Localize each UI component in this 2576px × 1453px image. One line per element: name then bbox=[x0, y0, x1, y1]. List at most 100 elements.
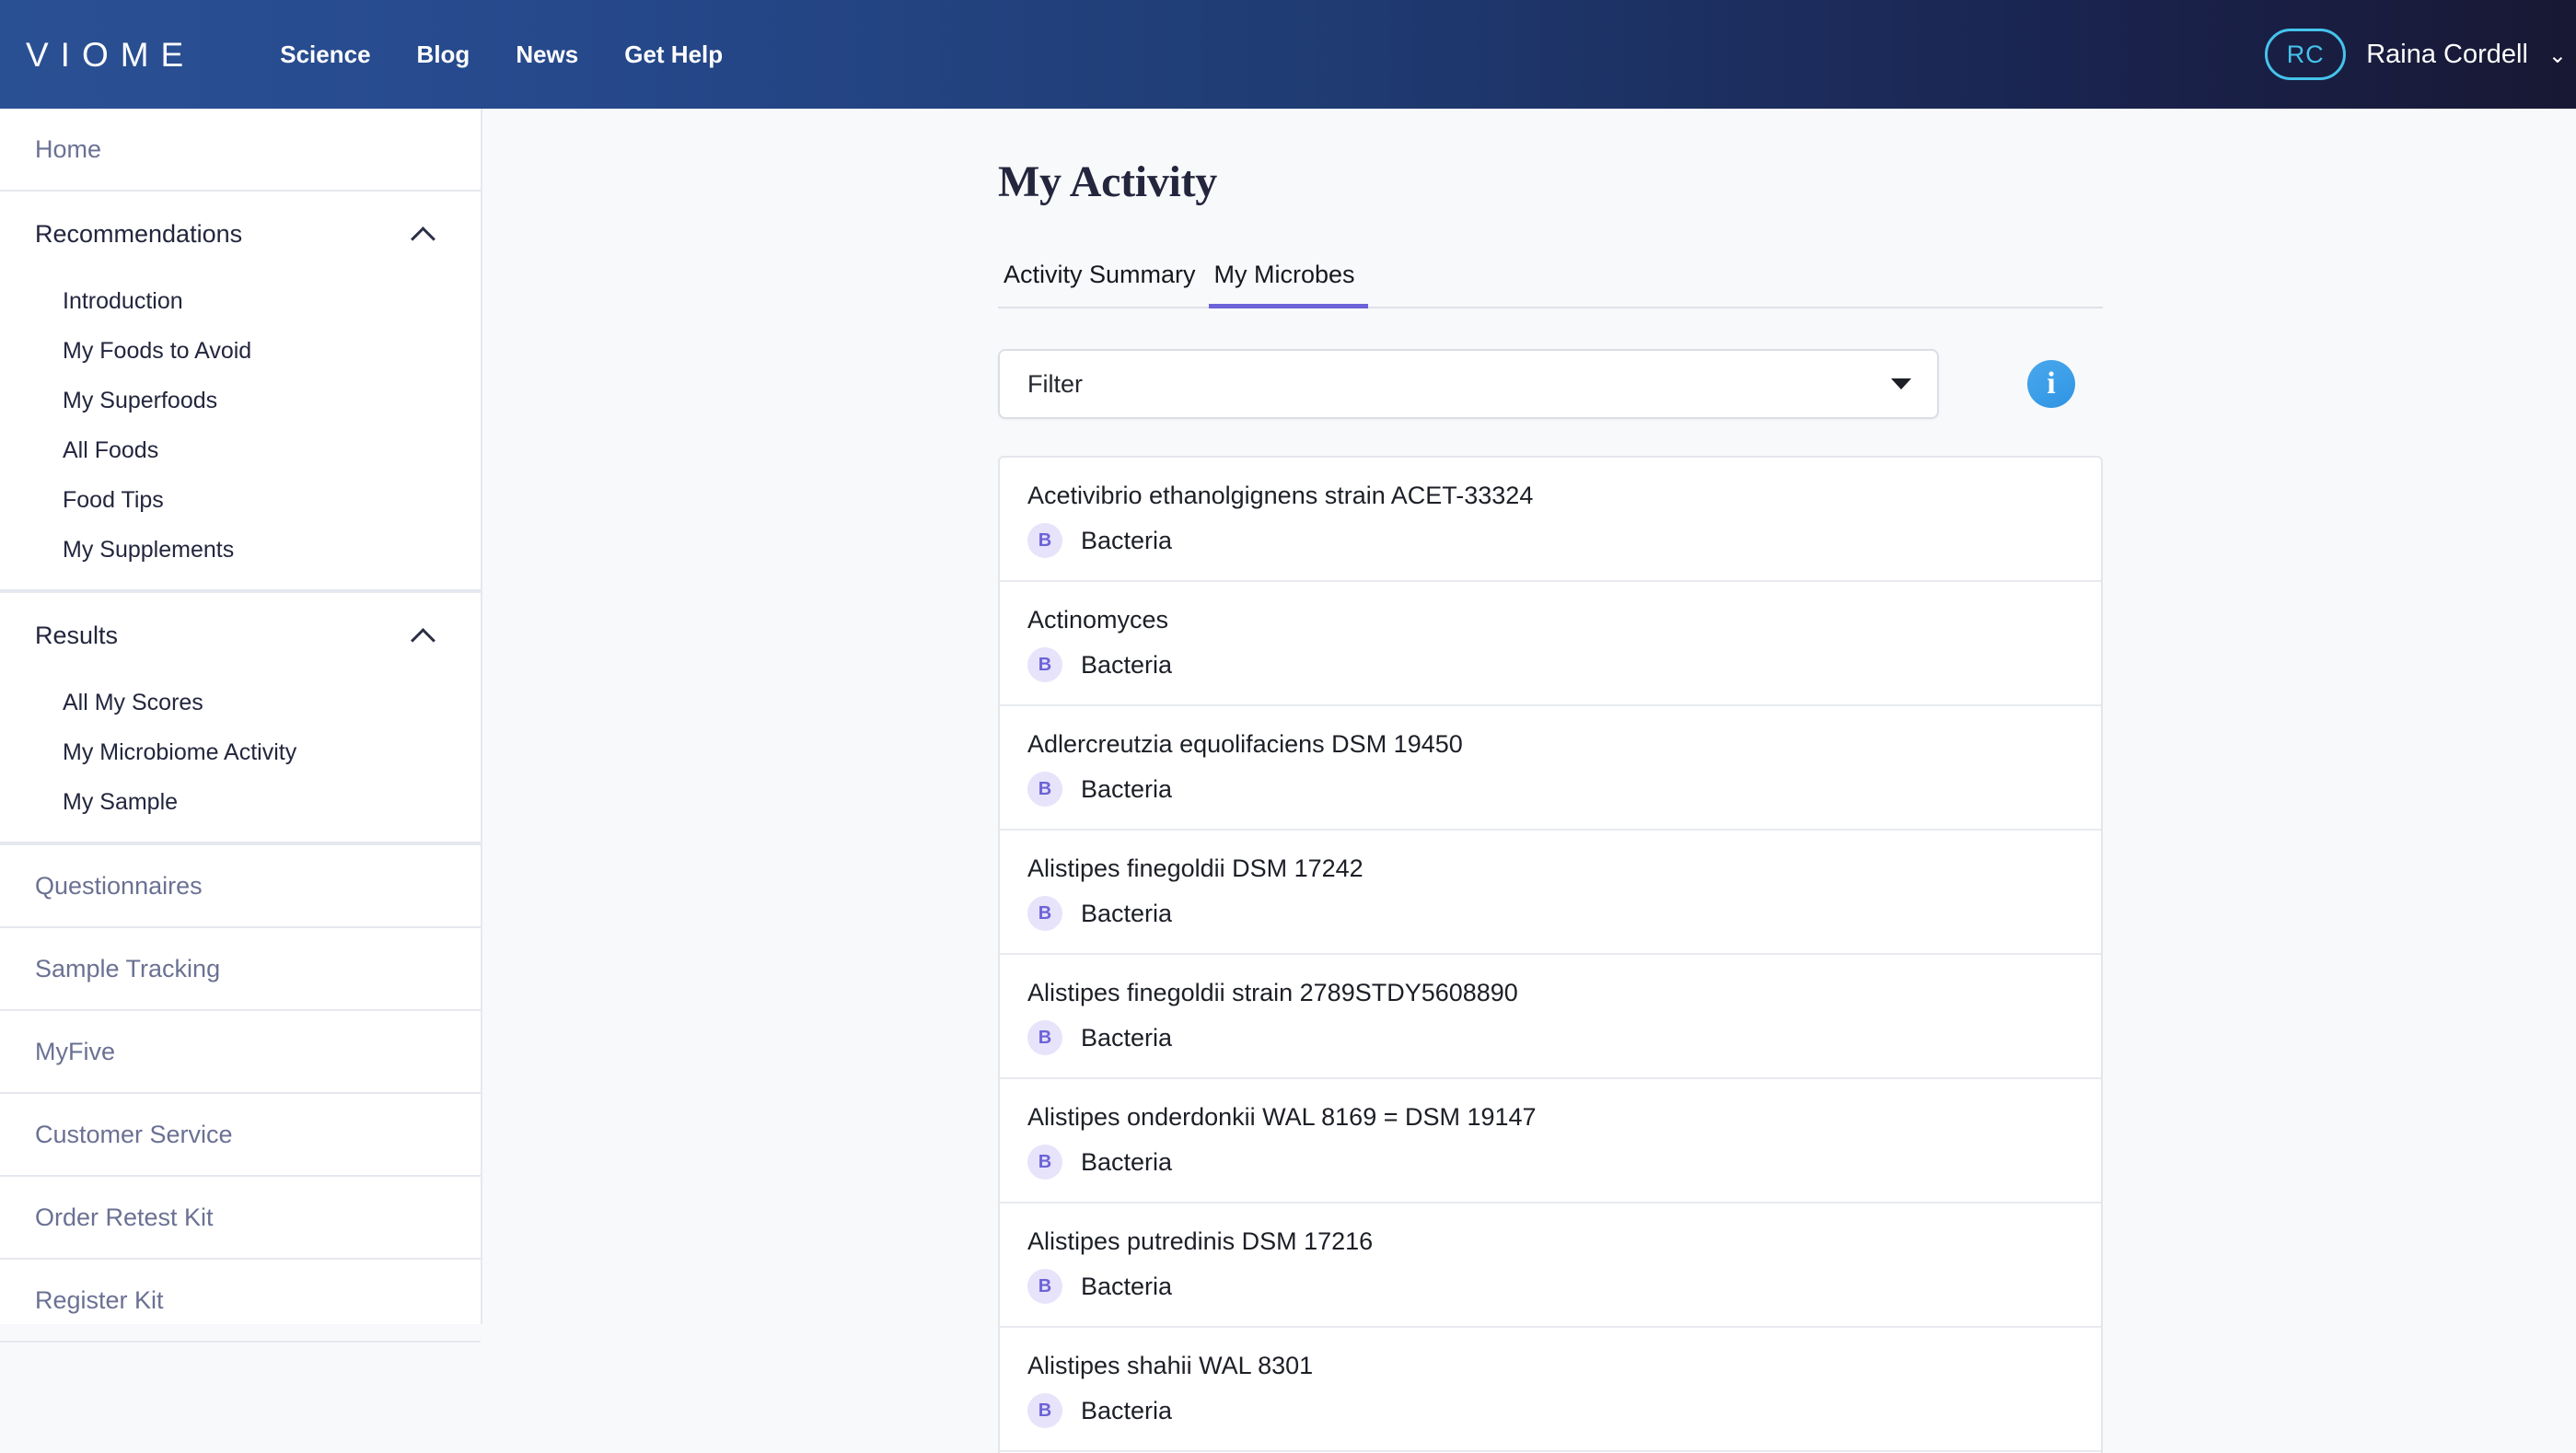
microbe-list: Acetivibrio ethanolgignens strain ACET-3… bbox=[998, 456, 2103, 1453]
microbe-name: Alistipes finegoldii DSM 17242 bbox=[1027, 854, 1363, 882]
microbe-meta: B Bacteria bbox=[1027, 1020, 2073, 1055]
tab-my-microbes[interactable]: My Microbes bbox=[1208, 261, 1368, 308]
sidebar-item-my-microbiome-activity[interactable]: My Microbiome Activity bbox=[0, 727, 481, 777]
sidebar-group-label: Results bbox=[35, 621, 119, 649]
microbe-kingdom: Bacteria bbox=[1081, 526, 1173, 554]
microbe-kingdom: Bacteria bbox=[1081, 650, 1173, 679]
filter-dropdown[interactable]: Filter bbox=[998, 349, 1939, 419]
nav-link-news[interactable]: News bbox=[516, 41, 578, 69]
nav-link-blog[interactable]: Blog bbox=[417, 41, 470, 69]
bacteria-badge-icon: B bbox=[1027, 1145, 1062, 1180]
sidebar-item-my-sample[interactable]: My Sample bbox=[0, 777, 481, 827]
microbe-kingdom: Bacteria bbox=[1081, 1147, 1173, 1176]
microbe-meta: B Bacteria bbox=[1027, 523, 2073, 558]
list-item[interactable]: Alistipes shahii WAL 8301 B Bacteria bbox=[1000, 1328, 2101, 1452]
bacteria-badge-icon: B bbox=[1027, 1393, 1062, 1428]
sidebar-item-label: Food Tips bbox=[63, 486, 164, 513]
filter-dropdown-value: Filter bbox=[1027, 369, 1083, 398]
tab-activity-summary[interactable]: Activity Summary bbox=[998, 261, 1209, 308]
sidebar-item-register-kit[interactable]: Register Kit bbox=[0, 1260, 481, 1343]
bacteria-badge-icon: B bbox=[1027, 896, 1062, 931]
sidebar-item-home[interactable]: Home bbox=[0, 109, 481, 192]
sidebar-item-label: Order Retest Kit bbox=[35, 1203, 214, 1231]
list-item[interactable]: Alistipes finegoldii strain 2789STDY5608… bbox=[1000, 955, 2101, 1079]
avatar[interactable]: RC bbox=[2265, 29, 2347, 80]
sidebar-item-all-foods[interactable]: All Foods bbox=[0, 425, 481, 475]
sidebar-subitems-recommendations: Introduction My Foods to Avoid My Superf… bbox=[0, 276, 481, 591]
sidebar-item-myfive[interactable]: MyFive bbox=[0, 1011, 481, 1094]
sidebar-item-my-foods-to-avoid[interactable]: My Foods to Avoid bbox=[0, 326, 481, 376]
sidebar-item-my-supplements[interactable]: My Supplements bbox=[0, 525, 481, 575]
sidebar-item-label: Register Kit bbox=[35, 1285, 164, 1314]
microbe-meta: B Bacteria bbox=[1027, 772, 2073, 807]
sidebar-item-label: Questionnaires bbox=[35, 871, 203, 900]
list-item[interactable]: Alistipes putredinis DSM 17216 B Bacteri… bbox=[1000, 1203, 2101, 1328]
bacteria-badge-icon: B bbox=[1027, 772, 1062, 807]
top-navigation-bar: VIOME Science Blog News Get Help RC Rain… bbox=[0, 0, 2576, 109]
sidebar-item-my-superfoods[interactable]: My Superfoods bbox=[0, 376, 481, 425]
page-body: Home Recommendations Introduction My Foo… bbox=[0, 109, 2576, 1453]
microbe-name: Acetivibrio ethanolgignens strain ACET-3… bbox=[1027, 482, 1534, 509]
sidebar-item-label: All Foods bbox=[63, 436, 159, 463]
page-title: My Activity bbox=[998, 157, 1217, 206]
microbe-kingdom: Bacteria bbox=[1081, 1272, 1173, 1300]
sidebar-item-label: Introduction bbox=[63, 287, 183, 314]
bacteria-badge-icon: B bbox=[1027, 647, 1062, 682]
chevron-up-icon[interactable] bbox=[412, 623, 436, 647]
sidebar-group-header-recommendations[interactable]: Recommendations bbox=[0, 192, 481, 276]
list-item[interactable]: Actinomyces B Bacteria bbox=[1000, 582, 2101, 706]
sidebar-item-food-tips[interactable]: Food Tips bbox=[0, 475, 481, 525]
microbe-kingdom: Bacteria bbox=[1081, 1023, 1173, 1052]
info-icon[interactable]: i bbox=[2027, 360, 2075, 408]
chevron-up-icon[interactable] bbox=[412, 222, 436, 246]
sidebar-item-label: My Supplements bbox=[63, 536, 235, 563]
sidebar-item-questionnaires[interactable]: Questionnaires bbox=[0, 845, 481, 928]
sidebar-item-label: My Superfoods bbox=[63, 387, 218, 413]
nav-link-get-help[interactable]: Get Help bbox=[624, 41, 723, 69]
list-item[interactable]: Alistipes onderdonkii WAL 8169 = DSM 191… bbox=[1000, 1079, 2101, 1203]
microbe-name: Alistipes putredinis DSM 17216 bbox=[1027, 1227, 1374, 1255]
microbe-kingdom: Bacteria bbox=[1081, 774, 1173, 803]
triangle-down-icon[interactable] bbox=[1891, 378, 1911, 389]
filter-row: Filter i bbox=[998, 349, 2103, 419]
sidebar-item-label: My Sample bbox=[63, 788, 179, 815]
sidebar-group-recommendations: Recommendations Introduction My Foods to… bbox=[0, 192, 481, 593]
bacteria-badge-icon: B bbox=[1027, 1020, 1062, 1055]
sidebar-group-header-results[interactable]: Results bbox=[0, 593, 481, 678]
content-column: My Activity Activity Summary My Microbes… bbox=[998, 109, 2103, 1453]
microbe-meta: B Bacteria bbox=[1027, 647, 2073, 682]
user-name-label: Raina Cordell bbox=[2366, 39, 2528, 69]
chevron-down-icon[interactable]: ⌄ bbox=[2548, 45, 2567, 67]
microbe-meta: B Bacteria bbox=[1027, 896, 2073, 931]
microbe-meta: B Bacteria bbox=[1027, 1145, 2073, 1180]
sidebar-item-label: Home bbox=[35, 134, 102, 163]
viome-logo[interactable]: VIOME bbox=[26, 38, 195, 72]
list-item[interactable]: Adlercreutzia equolifaciens DSM 19450 B … bbox=[1000, 706, 2101, 831]
sidebar-item-introduction[interactable]: Introduction bbox=[0, 276, 481, 326]
sidebar: Home Recommendations Introduction My Foo… bbox=[0, 109, 482, 1343]
sidebar-item-label: My Foods to Avoid bbox=[63, 337, 252, 364]
sidebar-item-all-my-scores[interactable]: All My Scores bbox=[0, 678, 481, 727]
user-menu[interactable]: RC Raina Cordell ⌄ bbox=[2265, 0, 2576, 109]
sidebar-item-label: Sample Tracking bbox=[35, 954, 221, 982]
primary-nav-links: Science Blog News Get Help bbox=[280, 41, 723, 69]
microbe-meta: B Bacteria bbox=[1027, 1269, 2073, 1304]
bacteria-badge-icon: B bbox=[1027, 1269, 1062, 1304]
microbe-meta: B Bacteria bbox=[1027, 1393, 2073, 1428]
sidebar-item-label: Customer Service bbox=[35, 1120, 233, 1148]
sidebar-item-sample-tracking[interactable]: Sample Tracking bbox=[0, 928, 481, 1011]
sidebar-item-customer-service[interactable]: Customer Service bbox=[0, 1094, 481, 1177]
microbe-name: Adlercreutzia equolifaciens DSM 19450 bbox=[1027, 730, 1463, 758]
microbe-kingdom: Bacteria bbox=[1081, 899, 1173, 927]
nav-link-science[interactable]: Science bbox=[280, 41, 370, 69]
tab-bar: Activity Summary My Microbes bbox=[998, 261, 2103, 308]
microbe-kingdom: Bacteria bbox=[1081, 1396, 1173, 1424]
bacteria-badge-icon: B bbox=[1027, 523, 1062, 558]
list-item[interactable]: Alistipes finegoldii DSM 17242 B Bacteri… bbox=[1000, 831, 2101, 955]
sidebar-item-label: All My Scores bbox=[63, 689, 203, 715]
list-item[interactable]: Acetivibrio ethanolgignens strain ACET-3… bbox=[1000, 458, 2101, 582]
sidebar-item-label: MyFive bbox=[35, 1037, 115, 1065]
main-content: My Activity Activity Summary My Microbes… bbox=[482, 109, 2576, 1453]
sidebar-item-order-retest-kit[interactable]: Order Retest Kit bbox=[0, 1177, 481, 1260]
microbe-name: Alistipes onderdonkii WAL 8169 = DSM 191… bbox=[1027, 1103, 1537, 1131]
